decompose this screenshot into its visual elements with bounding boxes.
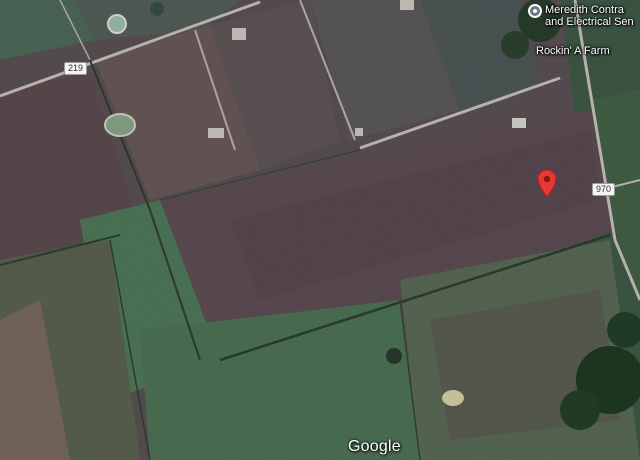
road-970-shield: 970 bbox=[592, 183, 616, 196]
place-name: Rockin' A Farm bbox=[536, 45, 610, 57]
map-pin-icon[interactable] bbox=[537, 170, 557, 198]
road-219-shield: 219 bbox=[64, 62, 88, 75]
satellite-map[interactable]: 219 970 Meredith Contra and Electrical S… bbox=[0, 0, 640, 460]
place-name-line2: and Electrical Sen bbox=[545, 16, 634, 28]
place-dot-icon bbox=[528, 4, 542, 18]
satellite-imagery bbox=[0, 0, 640, 460]
place-rockin-a-farm[interactable]: Rockin' A Farm bbox=[536, 45, 611, 59]
place-name-line1: Meredith Contra bbox=[545, 4, 624, 16]
google-logo: Google bbox=[348, 438, 401, 455]
place-meredith-contra[interactable]: Meredith Contra and Electrical Sen bbox=[528, 4, 634, 28]
